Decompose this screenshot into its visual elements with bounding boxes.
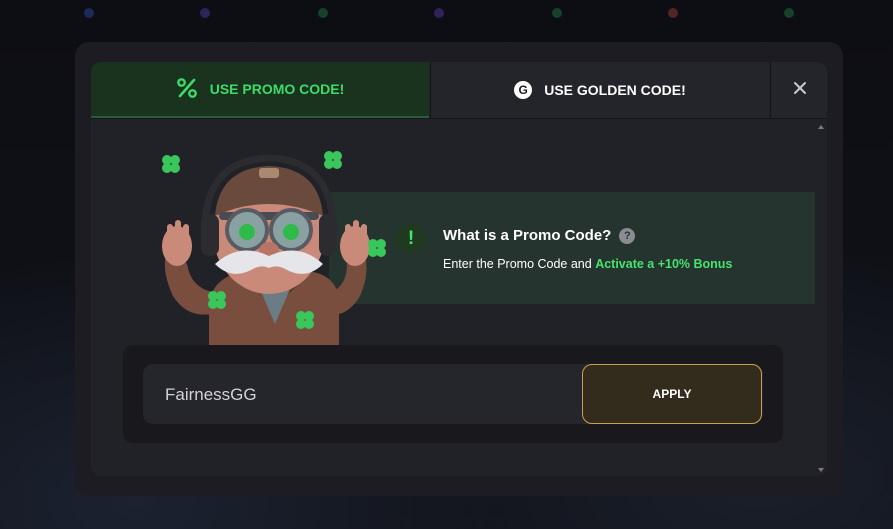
backdrop-dot [200, 8, 210, 18]
apply-button[interactable]: APPLY [582, 364, 762, 424]
panel-scrollbar[interactable] [816, 119, 827, 476]
info-title-text: What is a Promo Code? [443, 227, 612, 244]
tab-golden-code[interactable]: G USE GOLDEN CODE! [430, 62, 769, 118]
backdrop-dot [668, 8, 678, 18]
backdrop-dot [318, 8, 328, 18]
percent-icon [176, 77, 198, 102]
tabs-divider [91, 118, 827, 119]
info-text-highlight: Activate a +10% Bonus [595, 257, 733, 271]
promo-code-modal: USE PROMO CODE! G USE GOLDEN CODE! ! Wha… [75, 42, 843, 496]
scroll-up-icon[interactable] [818, 125, 824, 129]
golden-g-icon: G [514, 81, 533, 99]
tab-golden-label: USE GOLDEN CODE! [544, 82, 686, 98]
backdrop-dot [552, 8, 562, 18]
scroll-down-icon[interactable] [818, 468, 824, 472]
backdrop-dot [784, 8, 794, 18]
close-icon [793, 81, 807, 100]
backdrop-dot [84, 8, 94, 18]
promo-info-banner: ! What is a Promo Code? ? Enter the Prom… [329, 192, 815, 304]
tab-promo-code[interactable]: USE PROMO CODE! [91, 62, 429, 118]
promo-code-input[interactable] [163, 364, 567, 426]
info-description: Enter the Promo Code and Activate a +10%… [443, 257, 732, 271]
promo-input-section: APPLY [123, 345, 783, 443]
close-button[interactable] [770, 62, 827, 118]
tab-promo-label: USE PROMO CODE! [209, 81, 345, 97]
modal-panel: USE PROMO CODE! G USE GOLDEN CODE! ! Wha… [91, 62, 827, 476]
help-icon[interactable]: ? [619, 227, 636, 244]
info-text-plain: Enter the Promo Code and [443, 257, 596, 271]
backdrop-dot [434, 8, 444, 18]
aviator-mascot-illustration [162, 151, 386, 346]
promo-input-box: APPLY [143, 364, 763, 426]
info-title: What is a Promo Code? ? [443, 227, 636, 244]
code-tabs: USE PROMO CODE! G USE GOLDEN CODE! [91, 62, 827, 118]
exclamation-icon: ! [396, 224, 426, 254]
